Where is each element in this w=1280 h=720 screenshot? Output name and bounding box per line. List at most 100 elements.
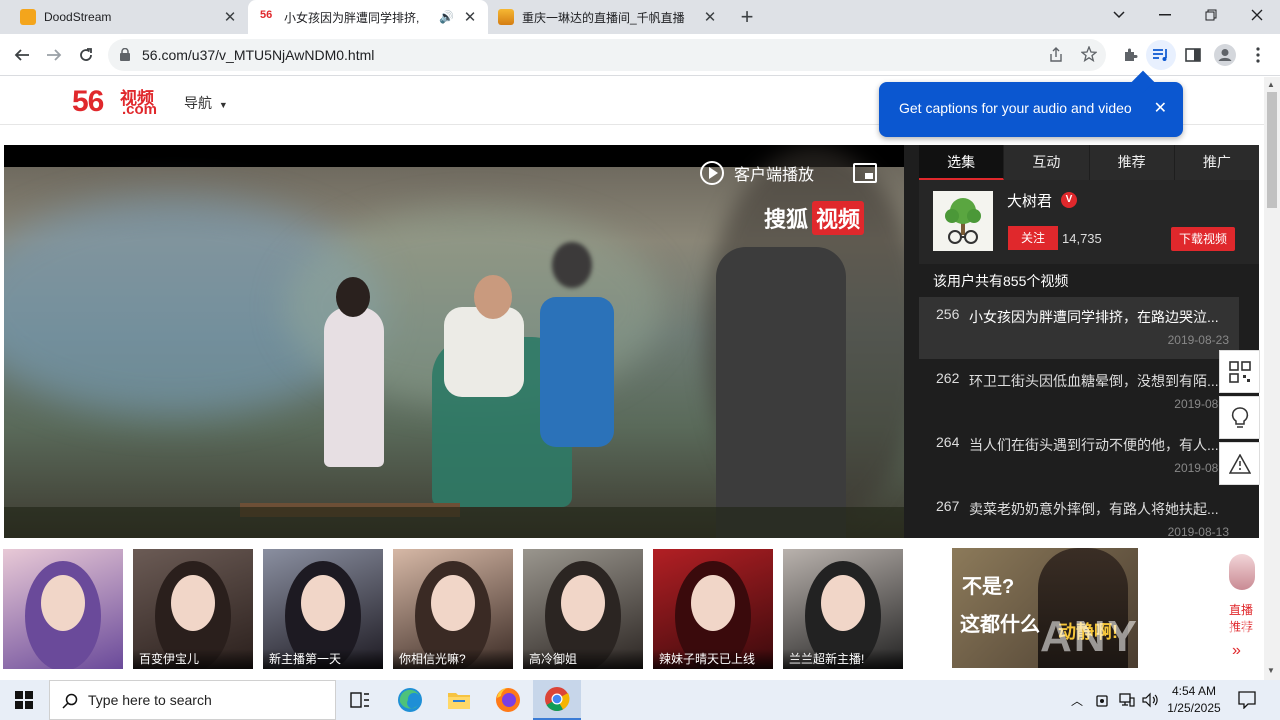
tab-promote[interactable]: 推广 [1175,145,1259,180]
clock-date: 1/25/2025 [1167,701,1221,715]
live-thumbnail[interactable]: 百变伊宝儿 [133,549,253,669]
download-video-button[interactable]: 下载视频 [1171,227,1235,251]
boy-head [552,242,592,288]
live-thumbnail[interactable]: 高冷御姐 [523,549,643,669]
close-tab-icon[interactable]: ✕ [700,8,720,26]
show-hidden-icons-chevron-icon[interactable]: ︿ [1071,692,1083,709]
boy-figure [540,297,614,447]
firefox-icon[interactable] [484,680,532,720]
share-icon[interactable] [1048,47,1064,68]
follow-button[interactable]: 关注 [1008,226,1058,250]
notification-center-icon[interactable] [1238,691,1256,714]
list-item[interactable]: 256 小女孩因为胖遭同学排挤，在路边哭泣... 2019-08-23 [919,297,1239,359]
windows-start-icon[interactable] [0,680,48,720]
warning-report-icon[interactable] [1219,442,1260,485]
reload-icon[interactable] [71,40,101,70]
file-explorer-icon[interactable] [435,680,483,720]
forward-icon[interactable] [39,40,69,70]
list-item[interactable]: 264 当人们在街头遇到行动不便的他，有人... 2019-08-1 [919,425,1239,487]
panel-tabs: 选集 互动 推荐 推广 [919,145,1259,180]
back-icon[interactable] [7,40,37,70]
browser-tab-strip: DoodStream ✕ 56 小女孩因为胖遭同学排挤, 🔊 ✕ 重庆一琳达的直… [0,0,1280,34]
thumbnail-caption: 辣妹子晴天已上线 [653,649,773,669]
follower-count: 14,735 [1062,231,1102,246]
streamer-face [821,575,865,631]
minimize-icon[interactable] [1142,0,1188,30]
streamer-face [431,575,475,631]
thumbnail-caption: 百变伊宝儿 [133,649,253,669]
new-tab-button[interactable]: + [732,0,762,34]
scrollbar-thumb[interactable] [1267,92,1277,208]
girl-figure [324,307,384,467]
tab-56-video[interactable]: 56 小女孩因为胖遭同学排挤, 🔊 ✕ [248,0,488,34]
chrome-taskbar-icon[interactable] [533,680,581,720]
task-view-icon[interactable] [336,680,384,720]
network-icon[interactable] [1119,692,1135,713]
video-side-panel: 选集 互动 推荐 推广 大树君 V 关注 14,735 下载视频 该用户共有85… [904,145,1259,538]
close-tab-icon[interactable]: ✕ [220,8,240,26]
tab-title: 小女孩因为胖遭同学排挤, [284,10,420,25]
close-icon[interactable]: ✕ [1154,98,1167,118]
live-thumbnail[interactable]: 辣妹子晴天已上线 [653,549,773,669]
bookmark-star-icon[interactable] [1080,45,1098,67]
uploader-card: 大树君 V 关注 14,735 下载视频 [919,180,1259,264]
edge-browser-icon[interactable] [386,680,434,720]
live-thumbnail[interactable]: 新主播第一天 [263,549,383,669]
address-bar[interactable]: 56.com/u37/v_MTU5NjAwNDM0.html [108,39,1106,71]
lightbulb-icon[interactable] [1219,396,1260,439]
sohu-text: 搜狐 [764,207,809,232]
tab-doodstream[interactable]: DoodStream ✕ [0,0,248,34]
uploader-name[interactable]: 大树君 [1007,190,1052,211]
tab-search-icon[interactable] [1096,0,1142,30]
episode-title: 小女孩因为胖遭同学排挤，在路边哭泣... [969,309,1219,325]
tab-qianfan-live[interactable]: 重庆一琳达的直播间_千帆直播 ✕ [488,0,728,34]
episode-title: 当人们在街头遇到行动不便的他，有人... [969,437,1219,453]
live-thumbnail[interactable] [3,549,123,669]
side-panel-icon[interactable] [1178,40,1208,70]
url-text[interactable]: 56.com/u37/v_MTU5NjAwNDM0.html [142,47,374,63]
tab-title: DoodStream [44,10,112,24]
volume-icon[interactable] [1142,692,1158,713]
episode-date: 2019-08-23 [1167,333,1229,347]
close-window-icon[interactable] [1234,0,1280,30]
56-favicon-icon: 56 [260,9,273,21]
uploader-avatar[interactable] [933,191,993,251]
scroll-down-arrow-icon[interactable]: ▼ [1267,666,1275,675]
restore-icon[interactable] [1188,0,1234,30]
client-play-button[interactable]: 客户端播放 [700,161,814,185]
tab-recommend[interactable]: 推荐 [1090,145,1175,180]
speaker-icon[interactable]: 🔊 [439,10,454,24]
episode-title: 卖菜老奶奶意外摔倒，有路人将她扶起... [969,501,1219,517]
girl-head [336,277,370,317]
streamer-face [691,575,735,631]
tab-episodes[interactable]: 选集 [919,145,1005,180]
close-tab-icon[interactable]: ✕ [460,8,480,26]
list-item[interactable]: 262 环卫工街头因低血糖晕倒，没想到有陌... 2019-08-2 [919,361,1239,423]
video-player[interactable]: 客户端播放 搜狐 视频 [4,145,904,538]
tab-interact[interactable]: 互动 [1004,145,1090,180]
meet-now-icon[interactable] [1096,692,1110,713]
extensions-icon[interactable] [1115,40,1145,70]
taskbar-search-box[interactable]: Type here to search [49,680,336,720]
live-thumbnail[interactable]: 你相信光嘛? [393,549,513,669]
profile-avatar-icon[interactable] [1210,40,1240,70]
thumbnail-caption: 你相信光嘛? [393,649,513,669]
search-icon [62,693,78,714]
system-clock[interactable]: 4:54 AM 1/25/2025 [1160,683,1228,717]
site-logo-domain[interactable]: .com [122,101,157,118]
list-item[interactable]: 267 卖菜老奶奶意外摔倒，有路人将她扶起... 2019-08-13 [919,489,1239,538]
captions-promo-bubble: Get captions for your audio and video ✕ [879,70,1183,137]
picture-in-picture-icon[interactable] [853,163,877,183]
lock-icon[interactable] [120,47,130,66]
media-controls-icon[interactable] [1146,40,1176,70]
nav-label: 导航 [184,95,212,111]
qr-code-icon[interactable] [1219,350,1260,393]
chrome-menu-icon[interactable] [1243,40,1273,70]
scroll-up-arrow-icon[interactable]: ▲ [1267,80,1275,89]
nav-dropdown[interactable]: 导航 ▼ [184,93,228,113]
site-logo-number[interactable]: 56 [72,85,104,119]
captions-promo-text: Get captions for your audio and video [899,100,1132,116]
episode-date: 2019-08-13 [1167,525,1229,538]
live-thumbnail[interactable]: 兰兰超新主播! [783,549,903,669]
search-placeholder: Type here to search [88,692,212,708]
